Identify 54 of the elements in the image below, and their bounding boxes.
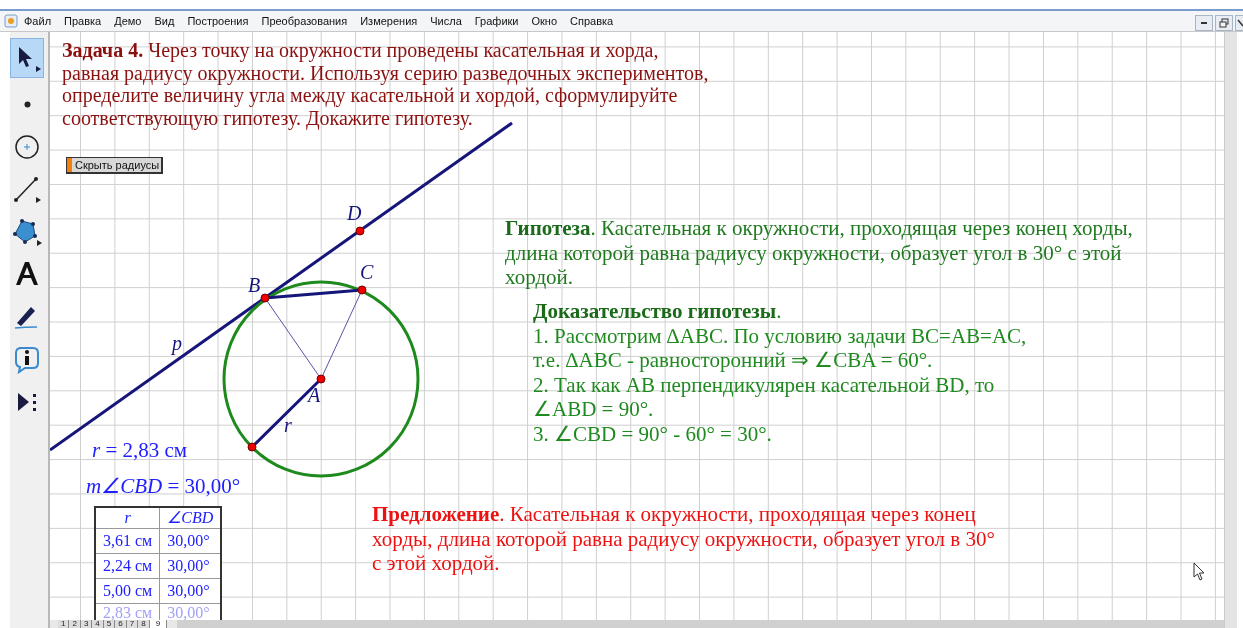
- proof-text: Доказательство гипотезы. 1. Рассмотрим ∆ABC. По условию задачи BC=AB=AC, т.е. ∆ABC - равносторонний ⇒ ∠CBA = 60°. 2. Так как AB перпендикулярен касательной BD, то ∠ABD = 90°. 3. ∠CBD = 90° - 60° = 30°.: [533, 299, 1027, 446]
- horizontal-scrollbar[interactable]: [177, 620, 1224, 628]
- point[interactable]: [355, 226, 365, 236]
- cursor-icon: [1193, 562, 1207, 582]
- menu-item[interactable]: Правка: [64, 15, 102, 27]
- point-label: B: [248, 274, 261, 297]
- table-cell: 3,61 см: [95, 528, 160, 554]
- point-label: A: [308, 384, 321, 407]
- tool-button[interactable]: [10, 38, 44, 78]
- page-tab[interactable]: 4: [92, 620, 104, 628]
- vertical-scrollbar[interactable]: [1224, 32, 1237, 628]
- page-tab[interactable]: 8: [138, 620, 150, 628]
- point[interactable]: [316, 374, 326, 384]
- page-tab[interactable]: 1: [58, 620, 70, 628]
- minimize-button[interactable]: [1195, 15, 1213, 31]
- restore-button[interactable]: [1215, 15, 1233, 31]
- page-tab[interactable]: 2: [69, 620, 81, 628]
- page-tab[interactable]: 7: [126, 620, 139, 628]
- task-text: Задача 4. Через точку на окружности проведены касательная и хорда, равная радиусу окружности. Используя серию разведочных экспериментов, определите величину угла между касательной и хордой, сформулируйте соответствующую гипотезу. Докажите гипотезу.: [62, 39, 709, 129]
- measurement: r = 2,83 см: [92, 438, 188, 463]
- proposal-text: Предложение. Касательная к окружности, проходящая через конец хорды, длина которой равна радиусу окружности, образует угол в 30° с этой хордой.: [372, 502, 995, 576]
- point-label: r: [284, 414, 292, 437]
- table-cell: 2,24 см: [95, 553, 160, 579]
- menu-item[interactable]: Файл: [24, 15, 52, 27]
- point[interactable]: [260, 293, 270, 303]
- close-icon: [1236, 18, 1243, 28]
- minimize-icon: [1201, 22, 1207, 24]
- point-label: C: [360, 261, 374, 284]
- page-tab[interactable]: 6: [115, 620, 127, 628]
- point[interactable]: [357, 285, 367, 295]
- column-header: r: [95, 507, 160, 529]
- menu-item[interactable]: Преобразования: [261, 15, 348, 27]
- page-tab[interactable]: 5: [103, 620, 116, 628]
- menu-item[interactable]: Демо: [114, 15, 142, 27]
- menu-item[interactable]: Справка: [570, 15, 614, 27]
- point-label: p: [172, 332, 182, 355]
- menu-item[interactable]: Построения: [187, 15, 249, 27]
- menu-item[interactable]: Окно: [531, 15, 558, 27]
- restore-icon: [1219, 18, 1229, 28]
- app-icon: [4, 14, 18, 28]
- measurement: m∠CBD = 30,00°: [86, 474, 241, 499]
- point[interactable]: [247, 442, 257, 452]
- close-button[interactable]: [1235, 15, 1243, 31]
- menu-item[interactable]: Вид: [154, 15, 175, 27]
- hypothesis-text: Гипотеза. Касательная к окружности, проходящая через конец хорды, длина которой равна радиусу окружности, образует угол в 30° с этой хордой.: [505, 216, 1133, 290]
- menu-item[interactable]: Числа: [430, 15, 462, 27]
- menu-item[interactable]: Измерения: [360, 15, 418, 27]
- page-tab[interactable]: 3: [80, 620, 93, 628]
- point-icon: [23, 100, 31, 108]
- hide-radii-button[interactable]: Скрыть радиусы: [66, 157, 164, 174]
- point-label: D: [347, 202, 362, 225]
- table-cell: 5,00 см: [95, 578, 160, 604]
- page-tab[interactable]: 9: [149, 620, 168, 628]
- menu-item[interactable]: Графики: [474, 15, 519, 27]
